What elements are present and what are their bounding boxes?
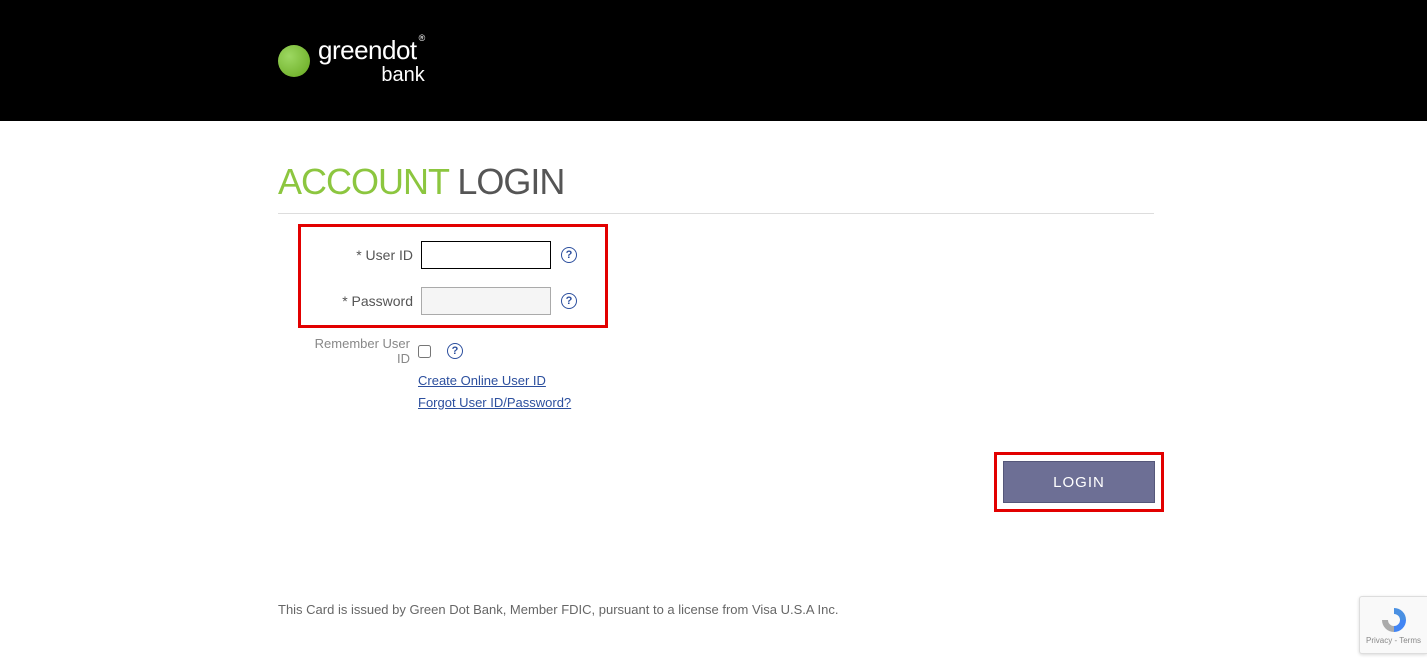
question-icon[interactable]: ? xyxy=(561,293,577,309)
forgot-link[interactable]: Forgot User ID/Password? xyxy=(418,395,571,410)
page-title-rest: LOGIN xyxy=(457,161,564,202)
password-input[interactable] xyxy=(421,287,551,315)
recaptcha-privacy[interactable]: Privacy xyxy=(1366,636,1392,645)
password-label: Password xyxy=(313,293,413,309)
user-id-input[interactable] xyxy=(421,241,551,269)
password-row: Password ? xyxy=(313,287,593,315)
brand-name-top: greendot xyxy=(318,37,425,63)
green-dot-icon xyxy=(278,45,310,77)
header: greendot bank xyxy=(0,0,1427,121)
credentials-highlight: User ID ? Password ? xyxy=(298,224,608,328)
user-id-label: User ID xyxy=(313,247,413,263)
user-id-row: User ID ? xyxy=(313,241,593,269)
recaptcha-terms: Privacy - Terms xyxy=(1366,636,1421,645)
question-icon[interactable]: ? xyxy=(561,247,577,263)
form-meta: Remember User ID ? Create Online User ID… xyxy=(310,336,1154,412)
footer-disclaimer: This Card is issued by Green Dot Bank, M… xyxy=(278,602,1154,617)
login-button-wrap: LOGIN xyxy=(994,452,1164,512)
forgot-row: Forgot User ID/Password? xyxy=(418,394,1154,412)
brand-logo[interactable]: greendot bank xyxy=(278,37,425,85)
recaptcha-badge[interactable]: Privacy - Terms xyxy=(1359,596,1427,654)
recaptcha-icon xyxy=(1380,606,1408,634)
login-highlight: LOGIN xyxy=(994,452,1164,512)
recaptcha-terms-link[interactable]: Terms xyxy=(1399,636,1421,645)
create-user-id-row: Create Online User ID xyxy=(418,372,1154,390)
page-title: ACCOUNT LOGIN xyxy=(278,161,1154,214)
remember-checkbox[interactable] xyxy=(418,345,431,358)
brand-name-bottom: bank xyxy=(318,65,425,85)
remember-row: Remember User ID ? xyxy=(310,336,1154,366)
main-content: ACCOUNT LOGIN User ID ? Password ? Remem… xyxy=(278,121,1154,617)
page-title-accent: ACCOUNT xyxy=(278,161,448,202)
login-button[interactable]: LOGIN xyxy=(1003,461,1155,503)
login-form: User ID ? Password ? Remember User ID ? … xyxy=(278,224,1154,512)
brand-text: greendot bank xyxy=(318,37,425,85)
create-user-id-link[interactable]: Create Online User ID xyxy=(418,373,546,388)
remember-label: Remember User ID xyxy=(310,336,410,366)
question-icon[interactable]: ? xyxy=(447,343,463,359)
